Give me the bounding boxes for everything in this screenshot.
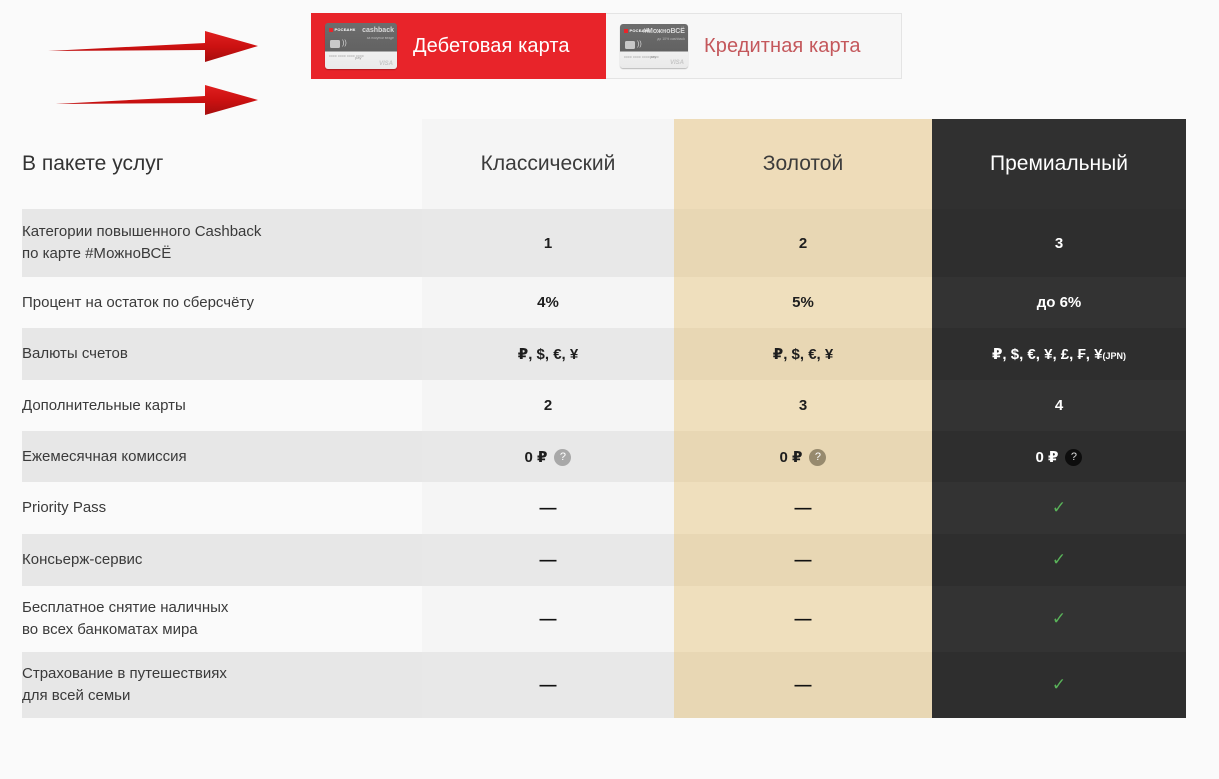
row-value-gold: —: [674, 482, 932, 534]
row-value-premium: 0 ₽?: [932, 431, 1186, 482]
row-value-gold: —: [674, 586, 932, 652]
header-column-classic: Классический: [422, 119, 674, 209]
table-row: Ежемесячная комиссия 0 ₽? 0 ₽? 0 ₽?: [22, 431, 1186, 482]
row-value-gold: ₽, $, €, ¥: [674, 328, 932, 380]
card-scheme-logo: VISA: [669, 60, 684, 66]
card-nfc-icon: )): [342, 40, 347, 47]
row-feature-label: Страхование в путешествиях для всей семьи: [22, 652, 422, 718]
table-row: Консьерж-сервис — — ✓: [22, 534, 1186, 586]
row-value-premium: до 6%: [932, 277, 1186, 328]
unavailable-dash-icon: —: [794, 675, 812, 694]
card-program-label: cashback: [362, 27, 394, 34]
included-check-icon: ✓: [1051, 550, 1067, 569]
row-value-classic: 4%: [422, 277, 674, 328]
tab-debit-card-label: Дебетовая карта: [413, 34, 570, 57]
header-column-premium: Премиальный: [932, 119, 1186, 209]
row-feature-label: Валюты счетов: [22, 328, 422, 380]
row-feature-label: Priority Pass: [22, 482, 422, 534]
debit-card-thumbnail: РОСБАНК cashback за покупки везде )) 000…: [325, 23, 397, 69]
row-value-premium: ₽, $, €, ¥, £, ₣, ¥(JPN): [932, 328, 1186, 380]
row-feature-label: Бесплатное снятие наличных во всех банком…: [22, 586, 422, 652]
card-tagline: за покупки везде: [366, 36, 394, 40]
tab-debit-card[interactable]: РОСБАНК cashback за покупки везде )) 000…: [311, 13, 606, 79]
info-tooltip-icon[interactable]: ?: [554, 448, 572, 466]
row-value-premium: 4: [932, 380, 1186, 431]
tab-credit-card-label: Кредитная карта: [704, 34, 861, 57]
card-nfc-icon: )): [637, 41, 642, 48]
row-value-gold: —: [674, 652, 932, 718]
table-row: Дополнительные карты 2 3 4: [22, 380, 1186, 431]
table-row: Priority Pass — — ✓: [22, 482, 1186, 534]
row-feature-label: Процент на остаток по сберсчёту: [22, 277, 422, 328]
fee-value-gold: 0 ₽: [779, 448, 803, 466]
row-value-premium: 3: [932, 209, 1186, 277]
card-pay-label: pay: [650, 54, 657, 59]
table-row: Процент на остаток по сберсчёту 4% 5% до…: [22, 277, 1186, 328]
tab-credit-card[interactable]: РОСБАНК #МожноВСЁ до 10% cashback )) 000…: [606, 13, 902, 79]
unavailable-dash-icon: —: [539, 675, 557, 694]
row-value-classic: 0 ₽?: [422, 431, 674, 482]
fee-value-premium: 0 ₽: [1035, 448, 1059, 466]
row-value-gold: 5%: [674, 277, 932, 328]
unavailable-dash-icon: —: [794, 609, 812, 628]
row-value-gold: 3: [674, 380, 932, 431]
row-value-gold: 2: [674, 209, 932, 277]
annotation-arrows: [48, 31, 258, 115]
row-value-gold: 0 ₽?: [674, 431, 932, 482]
table-header-row: В пакете услуг Классический Золотой Прем…: [22, 119, 1186, 209]
row-value-classic: —: [422, 586, 674, 652]
unavailable-dash-icon: —: [539, 550, 557, 569]
card-type-tabs: РОСБАНК cashback за покупки везде )) 000…: [311, 13, 902, 79]
table-row: Категории повышенного Cashback по карте #…: [22, 209, 1186, 277]
table-row: Страхование в путешествиях для всей семьи…: [22, 652, 1186, 718]
included-check-icon: ✓: [1051, 609, 1067, 628]
row-value-classic: —: [422, 652, 674, 718]
fee-value-classic: 0 ₽: [524, 448, 548, 466]
package-comparison-table: В пакете услуг Классический Золотой Прем…: [22, 119, 1186, 718]
included-check-icon: ✓: [1051, 498, 1067, 517]
row-value-classic: ₽, $, €, ¥: [422, 328, 674, 380]
included-check-icon: ✓: [1051, 675, 1067, 694]
card-chip-icon: [625, 41, 635, 49]
header-column-gold: Золотой: [674, 119, 932, 209]
card-chip-icon: [330, 40, 340, 48]
arrow-to-table: [55, 85, 258, 115]
card-program-label: #МожноВСЁ: [643, 28, 685, 35]
row-feature-label: Категории повышенного Cashback по карте #…: [22, 209, 422, 277]
table-row: Валюты счетов ₽, $, €, ¥ ₽, $, €, ¥ ₽, $…: [22, 328, 1186, 380]
row-feature-label: Консьерж-сервис: [22, 534, 422, 586]
unavailable-dash-icon: —: [539, 498, 557, 517]
premium-currency-suffix: (JPN): [1102, 351, 1127, 361]
unavailable-dash-icon: —: [794, 550, 812, 569]
card-bank-logo: РОСБАНК: [329, 27, 356, 32]
row-value-premium: ✓: [932, 482, 1186, 534]
row-value-classic: 2: [422, 380, 674, 431]
table-row: Бесплатное снятие наличных во всех банком…: [22, 586, 1186, 652]
card-pay-label: pay: [355, 55, 362, 60]
row-value-premium: ✓: [932, 586, 1186, 652]
row-value-premium: ✓: [932, 652, 1186, 718]
premium-currencies: ₽, $, €, ¥, £, ₣, ¥: [991, 346, 1103, 363]
row-value-gold: —: [674, 534, 932, 586]
header-feature-column: В пакете услуг: [22, 119, 422, 209]
credit-card-thumbnail: РОСБАНК #МожноВСЁ до 10% cashback )) 000…: [620, 24, 688, 68]
row-feature-label: Ежемесячная комиссия: [22, 431, 422, 482]
info-tooltip-icon[interactable]: ?: [1065, 448, 1083, 466]
row-feature-label: Дополнительные карты: [22, 380, 422, 431]
row-value-premium: ✓: [932, 534, 1186, 586]
unavailable-dash-icon: —: [539, 609, 557, 628]
row-value-classic: —: [422, 534, 674, 586]
card-scheme-logo: VISA: [378, 61, 393, 67]
card-tagline: до 10% cashback: [657, 37, 685, 41]
info-tooltip-icon[interactable]: ?: [809, 448, 827, 466]
row-value-classic: 1: [422, 209, 674, 277]
unavailable-dash-icon: —: [794, 498, 812, 517]
table-body: Категории повышенного Cashback по карте #…: [22, 209, 1186, 718]
row-value-classic: —: [422, 482, 674, 534]
arrow-to-debit-tab: [48, 31, 258, 62]
